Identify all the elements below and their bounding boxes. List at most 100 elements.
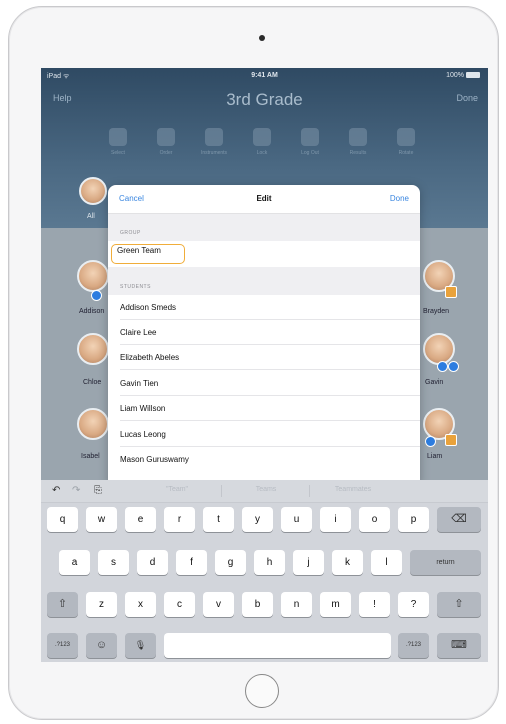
- suggestion-divider: [309, 485, 310, 497]
- battery: 100%: [446, 72, 480, 79]
- group-header-label: GROUP: [120, 230, 141, 236]
- tool-logout[interactable]: Log Out: [291, 128, 329, 156]
- redo-icon[interactable]: ↷: [72, 485, 80, 496]
- key-o[interactable]: o: [359, 507, 390, 532]
- list-item[interactable]: Gavin Tien: [108, 371, 420, 396]
- tool-instruments[interactable]: Instruments: [195, 128, 233, 156]
- key-k[interactable]: k: [332, 550, 363, 575]
- list-item[interactable]: Liam Willson: [108, 396, 420, 421]
- key-x[interactable]: x: [125, 592, 156, 617]
- shift-key-right[interactable]: ⇧: [437, 592, 481, 617]
- row-divider: [120, 420, 420, 421]
- check-badge-icon: [425, 436, 436, 447]
- tool-select[interactable]: Select: [99, 128, 137, 156]
- list-item[interactable]: Claire Lee: [108, 320, 420, 345]
- tool-label: Log Out: [301, 150, 319, 156]
- key-q[interactable]: q: [47, 507, 78, 532]
- shift-key-left[interactable]: ⇧: [47, 592, 78, 617]
- hide-keyboard-icon[interactable]: ⌨: [437, 633, 481, 658]
- space-bar[interactable]: [164, 633, 391, 658]
- battery-percent: 100%: [446, 72, 464, 79]
- screen: iPad ᯤ 9:41 AM 100% Help 3rd Grade Done …: [41, 68, 488, 662]
- key-v[interactable]: v: [203, 592, 234, 617]
- tool-order[interactable]: Order: [147, 128, 185, 156]
- instrument-badge-icon: [445, 286, 457, 298]
- microphone-icon[interactable]: 🎙: [125, 633, 156, 658]
- student-name: Liam Willson: [120, 404, 166, 413]
- camera-dot: [259, 35, 265, 41]
- key-m[interactable]: m: [320, 592, 351, 617]
- nav-done-button[interactable]: Done: [456, 93, 478, 103]
- status-time: 9:41 AM: [251, 72, 278, 79]
- check-badge-icon: [437, 361, 448, 372]
- done-button[interactable]: Done: [390, 194, 409, 203]
- group-name-value: Green Team: [117, 246, 161, 255]
- student-name: Claire Lee: [120, 328, 157, 337]
- key-u[interactable]: u: [281, 507, 312, 532]
- key-h[interactable]: h: [254, 550, 285, 575]
- key-z[interactable]: z: [86, 592, 117, 617]
- key-exclamation[interactable]: !: [359, 592, 390, 617]
- instrument-badge-icon: [445, 434, 457, 446]
- group-section-header: GROUP: [108, 214, 420, 241]
- avatar-chloe[interactable]: [77, 333, 109, 365]
- return-key[interactable]: return: [410, 550, 481, 575]
- key-i[interactable]: i: [320, 507, 351, 532]
- list-item[interactable]: Lucas Leong: [108, 422, 420, 447]
- avatar-all[interactable]: [79, 177, 107, 205]
- key-w[interactable]: w: [86, 507, 117, 532]
- student-name-isabel: Isabel: [81, 453, 100, 460]
- key-e[interactable]: e: [125, 507, 156, 532]
- student-name-gavin: Gavin: [425, 379, 444, 386]
- row-divider: [120, 369, 420, 370]
- page-title: 3rd Grade: [226, 90, 303, 109]
- delete-key[interactable]: ⌫: [437, 507, 481, 532]
- tool-label: Instruments: [200, 150, 228, 156]
- student-name: Addison Smeds: [120, 303, 177, 312]
- key-g[interactable]: g: [215, 550, 246, 575]
- numbers-key-right[interactable]: .?123: [398, 633, 429, 658]
- avatar-isabel[interactable]: [77, 408, 109, 440]
- student-name-all: All: [87, 213, 95, 220]
- key-a[interactable]: a: [59, 550, 90, 575]
- key-t[interactable]: t: [203, 507, 234, 532]
- emoji-icon[interactable]: ☺: [86, 633, 117, 658]
- tool-lock[interactable]: Lock: [243, 128, 281, 156]
- numbers-key-left[interactable]: .?123: [47, 633, 78, 658]
- tool-label: Rotate: [398, 150, 414, 156]
- key-b[interactable]: b: [242, 592, 273, 617]
- key-d[interactable]: d: [137, 550, 168, 575]
- home-button[interactable]: [245, 674, 279, 708]
- key-y[interactable]: y: [242, 507, 273, 532]
- status-bar: iPad ᯤ 9:41 AM 100%: [41, 72, 488, 84]
- list-item[interactable]: Mason Guruswamy: [108, 447, 420, 472]
- tool-results[interactable]: Results: [339, 128, 377, 156]
- order-icon: [157, 128, 175, 146]
- tool-label: Lock: [256, 150, 268, 156]
- key-n[interactable]: n: [281, 592, 312, 617]
- list-item[interactable]: Addison Smeds: [108, 295, 420, 320]
- undo-icon[interactable]: ↶: [52, 485, 60, 496]
- list-item[interactable]: Elizabeth Abeles: [108, 345, 420, 370]
- results-icon: [349, 128, 367, 146]
- suggestion-3[interactable]: Teammates: [313, 486, 393, 493]
- key-f[interactable]: f: [176, 550, 207, 575]
- lock-icon: [253, 128, 271, 146]
- key-s[interactable]: s: [98, 550, 129, 575]
- student-name: Gavin Tien: [120, 379, 159, 388]
- suggestion-divider: [221, 485, 222, 497]
- key-question[interactable]: ?: [398, 592, 429, 617]
- paste-icon[interactable]: ⎘: [94, 485, 102, 496]
- tool-rotate[interactable]: Rotate: [387, 128, 425, 156]
- key-j[interactable]: j: [293, 550, 324, 575]
- key-r[interactable]: r: [164, 507, 195, 532]
- student-name: Elizabeth Abeles: [120, 353, 180, 362]
- avatar-gavin[interactable]: [423, 333, 455, 365]
- avatar-addison[interactable]: [77, 260, 109, 292]
- suggestion-2[interactable]: Teams: [226, 486, 306, 493]
- key-l[interactable]: l: [371, 550, 402, 575]
- key-c[interactable]: c: [164, 592, 195, 617]
- student-name: Mason Guruswamy: [120, 455, 189, 464]
- key-p[interactable]: p: [398, 507, 429, 532]
- suggestion-1[interactable]: "Team": [137, 486, 217, 493]
